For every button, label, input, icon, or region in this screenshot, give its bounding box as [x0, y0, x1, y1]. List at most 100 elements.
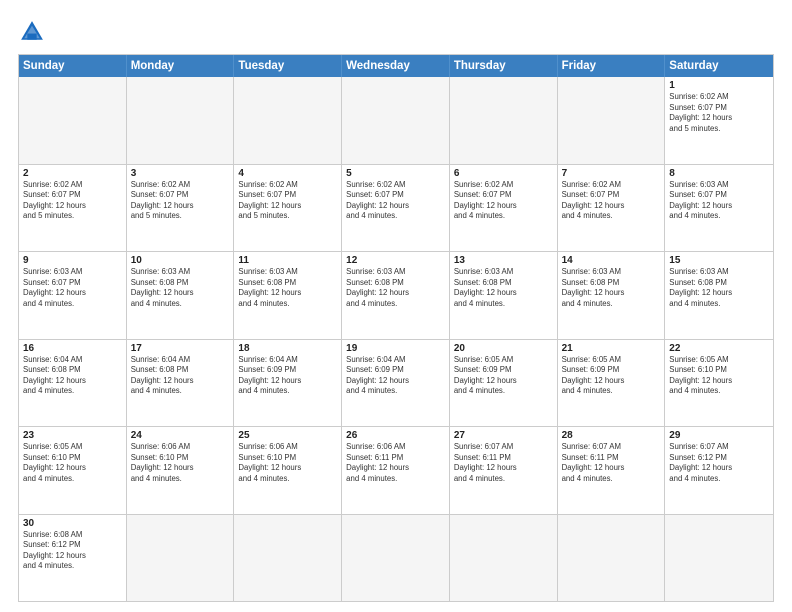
calendar-cell — [234, 77, 342, 164]
calendar-cell: 25Sunrise: 6:06 AM Sunset: 6:10 PM Dayli… — [234, 427, 342, 514]
sun-info: Sunrise: 6:02 AM Sunset: 6:07 PM Dayligh… — [131, 180, 230, 222]
calendar: SundayMondayTuesdayWednesdayThursdayFrid… — [18, 54, 774, 602]
day-number: 19 — [346, 343, 445, 354]
sun-info: Sunrise: 6:02 AM Sunset: 6:07 PM Dayligh… — [23, 180, 122, 222]
calendar-cell — [234, 515, 342, 602]
day-number: 22 — [669, 343, 769, 354]
calendar-header-cell: Friday — [558, 55, 666, 77]
calendar-cell: 1Sunrise: 6:02 AM Sunset: 6:07 PM Daylig… — [665, 77, 773, 164]
sun-info: Sunrise: 6:04 AM Sunset: 6:08 PM Dayligh… — [131, 355, 230, 397]
day-number: 23 — [23, 430, 122, 441]
sun-info: Sunrise: 6:03 AM Sunset: 6:07 PM Dayligh… — [23, 267, 122, 309]
calendar-cell: 15Sunrise: 6:03 AM Sunset: 6:08 PM Dayli… — [665, 252, 773, 339]
calendar-cell: 26Sunrise: 6:06 AM Sunset: 6:11 PM Dayli… — [342, 427, 450, 514]
calendar-cell: 12Sunrise: 6:03 AM Sunset: 6:08 PM Dayli… — [342, 252, 450, 339]
sun-info: Sunrise: 6:03 AM Sunset: 6:08 PM Dayligh… — [346, 267, 445, 309]
sun-info: Sunrise: 6:02 AM Sunset: 6:07 PM Dayligh… — [669, 92, 769, 134]
day-number: 15 — [669, 255, 769, 266]
calendar-cell — [127, 77, 235, 164]
sun-info: Sunrise: 6:06 AM Sunset: 6:10 PM Dayligh… — [238, 442, 337, 484]
day-number: 7 — [562, 168, 661, 179]
calendar-cell: 6Sunrise: 6:02 AM Sunset: 6:07 PM Daylig… — [450, 165, 558, 252]
calendar-cell — [19, 77, 127, 164]
sun-info: Sunrise: 6:07 AM Sunset: 6:11 PM Dayligh… — [562, 442, 661, 484]
calendar-row: 16Sunrise: 6:04 AM Sunset: 6:08 PM Dayli… — [19, 339, 773, 427]
calendar-cell — [558, 515, 666, 602]
calendar-cell — [342, 515, 450, 602]
sun-info: Sunrise: 6:07 AM Sunset: 6:11 PM Dayligh… — [454, 442, 553, 484]
calendar-cell — [342, 77, 450, 164]
calendar-cell: 11Sunrise: 6:03 AM Sunset: 6:08 PM Dayli… — [234, 252, 342, 339]
day-number: 14 — [562, 255, 661, 266]
sun-info: Sunrise: 6:05 AM Sunset: 6:09 PM Dayligh… — [562, 355, 661, 397]
calendar-cell: 8Sunrise: 6:03 AM Sunset: 6:07 PM Daylig… — [665, 165, 773, 252]
logo-icon — [18, 18, 46, 46]
calendar-cell: 23Sunrise: 6:05 AM Sunset: 6:10 PM Dayli… — [19, 427, 127, 514]
calendar-cell: 28Sunrise: 6:07 AM Sunset: 6:11 PM Dayli… — [558, 427, 666, 514]
calendar-row: 1Sunrise: 6:02 AM Sunset: 6:07 PM Daylig… — [19, 77, 773, 164]
calendar-cell — [450, 515, 558, 602]
page-header — [18, 18, 774, 46]
calendar-cell: 21Sunrise: 6:05 AM Sunset: 6:09 PM Dayli… — [558, 340, 666, 427]
sun-info: Sunrise: 6:03 AM Sunset: 6:08 PM Dayligh… — [131, 267, 230, 309]
sun-info: Sunrise: 6:03 AM Sunset: 6:08 PM Dayligh… — [669, 267, 769, 309]
sun-info: Sunrise: 6:05 AM Sunset: 6:10 PM Dayligh… — [669, 355, 769, 397]
day-number: 9 — [23, 255, 122, 266]
calendar-cell: 22Sunrise: 6:05 AM Sunset: 6:10 PM Dayli… — [665, 340, 773, 427]
calendar-cell: 2Sunrise: 6:02 AM Sunset: 6:07 PM Daylig… — [19, 165, 127, 252]
sun-info: Sunrise: 6:05 AM Sunset: 6:09 PM Dayligh… — [454, 355, 553, 397]
calendar-cell: 13Sunrise: 6:03 AM Sunset: 6:08 PM Dayli… — [450, 252, 558, 339]
sun-info: Sunrise: 6:07 AM Sunset: 6:12 PM Dayligh… — [669, 442, 769, 484]
sun-info: Sunrise: 6:02 AM Sunset: 6:07 PM Dayligh… — [346, 180, 445, 222]
day-number: 28 — [562, 430, 661, 441]
day-number: 29 — [669, 430, 769, 441]
sun-info: Sunrise: 6:02 AM Sunset: 6:07 PM Dayligh… — [562, 180, 661, 222]
calendar-row: 30Sunrise: 6:08 AM Sunset: 6:12 PM Dayli… — [19, 514, 773, 602]
day-number: 8 — [669, 168, 769, 179]
day-number: 3 — [131, 168, 230, 179]
calendar-cell: 30Sunrise: 6:08 AM Sunset: 6:12 PM Dayli… — [19, 515, 127, 602]
calendar-cell: 9Sunrise: 6:03 AM Sunset: 6:07 PM Daylig… — [19, 252, 127, 339]
day-number: 12 — [346, 255, 445, 266]
calendar-cell: 5Sunrise: 6:02 AM Sunset: 6:07 PM Daylig… — [342, 165, 450, 252]
calendar-cell: 17Sunrise: 6:04 AM Sunset: 6:08 PM Dayli… — [127, 340, 235, 427]
sun-info: Sunrise: 6:03 AM Sunset: 6:08 PM Dayligh… — [238, 267, 337, 309]
day-number: 30 — [23, 518, 122, 529]
calendar-cell: 16Sunrise: 6:04 AM Sunset: 6:08 PM Dayli… — [19, 340, 127, 427]
calendar-header-cell: Monday — [127, 55, 235, 77]
day-number: 16 — [23, 343, 122, 354]
calendar-cell — [558, 77, 666, 164]
calendar-row: 23Sunrise: 6:05 AM Sunset: 6:10 PM Dayli… — [19, 426, 773, 514]
sun-info: Sunrise: 6:06 AM Sunset: 6:10 PM Dayligh… — [131, 442, 230, 484]
day-number: 26 — [346, 430, 445, 441]
day-number: 24 — [131, 430, 230, 441]
calendar-header-cell: Sunday — [19, 55, 127, 77]
day-number: 4 — [238, 168, 337, 179]
day-number: 1 — [669, 80, 769, 91]
calendar-header-cell: Thursday — [450, 55, 558, 77]
sun-info: Sunrise: 6:05 AM Sunset: 6:10 PM Dayligh… — [23, 442, 122, 484]
day-number: 10 — [131, 255, 230, 266]
calendar-cell: 7Sunrise: 6:02 AM Sunset: 6:07 PM Daylig… — [558, 165, 666, 252]
calendar-cell: 18Sunrise: 6:04 AM Sunset: 6:09 PM Dayli… — [234, 340, 342, 427]
sun-info: Sunrise: 6:02 AM Sunset: 6:07 PM Dayligh… — [238, 180, 337, 222]
sun-info: Sunrise: 6:06 AM Sunset: 6:11 PM Dayligh… — [346, 442, 445, 484]
sun-info: Sunrise: 6:04 AM Sunset: 6:08 PM Dayligh… — [23, 355, 122, 397]
calendar-cell: 29Sunrise: 6:07 AM Sunset: 6:12 PM Dayli… — [665, 427, 773, 514]
calendar-cell — [127, 515, 235, 602]
day-number: 20 — [454, 343, 553, 354]
sun-info: Sunrise: 6:08 AM Sunset: 6:12 PM Dayligh… — [23, 530, 122, 572]
day-number: 17 — [131, 343, 230, 354]
calendar-cell: 3Sunrise: 6:02 AM Sunset: 6:07 PM Daylig… — [127, 165, 235, 252]
calendar-row: 9Sunrise: 6:03 AM Sunset: 6:07 PM Daylig… — [19, 251, 773, 339]
day-number: 25 — [238, 430, 337, 441]
calendar-cell: 24Sunrise: 6:06 AM Sunset: 6:10 PM Dayli… — [127, 427, 235, 514]
calendar-header: SundayMondayTuesdayWednesdayThursdayFrid… — [19, 55, 773, 77]
calendar-row: 2Sunrise: 6:02 AM Sunset: 6:07 PM Daylig… — [19, 164, 773, 252]
sun-info: Sunrise: 6:03 AM Sunset: 6:08 PM Dayligh… — [562, 267, 661, 309]
sun-info: Sunrise: 6:04 AM Sunset: 6:09 PM Dayligh… — [238, 355, 337, 397]
calendar-cell: 4Sunrise: 6:02 AM Sunset: 6:07 PM Daylig… — [234, 165, 342, 252]
calendar-cell: 27Sunrise: 6:07 AM Sunset: 6:11 PM Dayli… — [450, 427, 558, 514]
day-number: 11 — [238, 255, 337, 266]
calendar-cell: 19Sunrise: 6:04 AM Sunset: 6:09 PM Dayli… — [342, 340, 450, 427]
